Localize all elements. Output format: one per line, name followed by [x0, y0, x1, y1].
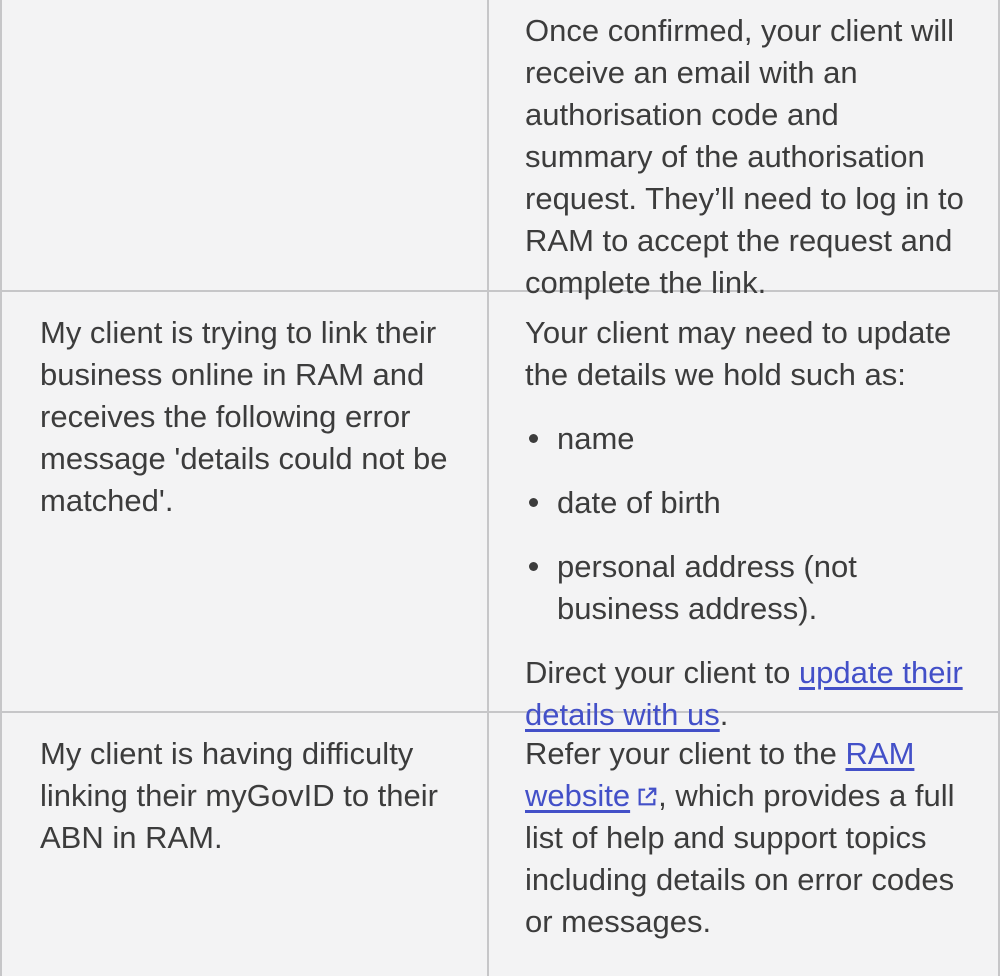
question-text: My client is having difficulty linking t…	[40, 736, 438, 855]
question-cell: My client is having difficulty linking t…	[40, 733, 460, 859]
details-list: name date of birth personal address (not…	[525, 418, 970, 630]
faq-table: Once confirmed, your client will receive…	[0, 0, 1000, 976]
answer-text: Once confirmed, your client will receive…	[525, 13, 964, 300]
table-border-left	[0, 0, 2, 976]
list-item: name	[525, 418, 970, 460]
answer-intro: Your client may need to update the detai…	[525, 315, 952, 392]
list-item: personal address (not business address).	[525, 546, 970, 630]
table-column-divider	[487, 0, 489, 976]
direct-text: Direct your client to update their detai…	[525, 655, 963, 732]
question-cell: My client is trying to link their busine…	[40, 312, 460, 522]
table-row: Once confirmed, your client will receive…	[525, 10, 970, 304]
list-item: date of birth	[525, 482, 970, 524]
answer-cell: Your client may need to update the detai…	[525, 312, 970, 736]
refer-text: Refer your client to the RAM website, wh…	[525, 736, 955, 939]
external-link-icon[interactable]	[636, 786, 658, 808]
question-text: My client is trying to link their busine…	[40, 315, 448, 518]
answer-cell: Refer your client to the RAM website, wh…	[525, 733, 970, 943]
